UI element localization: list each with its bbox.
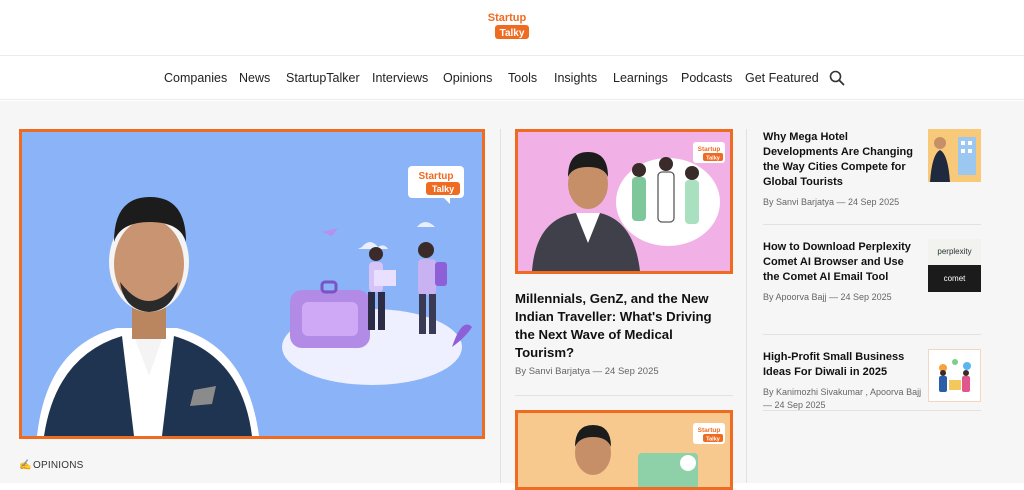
- svg-text:Startup: Startup: [698, 427, 721, 434]
- middle-article-title[interactable]: Millennials, GenZ, and the New Indian Tr…: [515, 290, 735, 362]
- right-article-thumbnail[interactable]: perplexity comet: [928, 239, 981, 292]
- site-header: Startup Talky: [0, 0, 1024, 56]
- hero-category[interactable]: ✍OPINIONS: [19, 460, 84, 471]
- nav-companies[interactable]: Companies: [164, 71, 227, 85]
- nav-insights[interactable]: Insights: [554, 71, 597, 85]
- right-article-1[interactable]: Why Mega Hotel Developments Are Changing…: [763, 129, 981, 209]
- divider: [763, 410, 981, 411]
- hero-article-image[interactable]: Startup Talky: [19, 129, 485, 439]
- hero-category-label: OPINIONS: [33, 460, 84, 471]
- right-article-meta: By Kanimozhi Sivakumar , Apoorva Bajj — …: [763, 387, 922, 410]
- search-icon[interactable]: [829, 70, 845, 86]
- right-article-thumbnail[interactable]: [928, 129, 981, 182]
- divider: [763, 224, 981, 225]
- main-nav: Companies News StartupTalker Interviews …: [0, 57, 1024, 100]
- nav-news[interactable]: News: [239, 71, 270, 85]
- startuptalky-logo[interactable]: Startup Talky: [480, 8, 534, 48]
- right-article-title[interactable]: Why Mega Hotel Developments Are Changing…: [763, 130, 918, 190]
- perplexity-wordmark: perplexity: [928, 239, 981, 265]
- divider: [763, 334, 981, 335]
- nav-podcasts[interactable]: Podcasts: [681, 71, 732, 85]
- nav-get-featured[interactable]: Get Featured: [745, 71, 819, 85]
- right-article-meta: By Apoorva Bajj — 24 Sep 2025: [763, 292, 892, 302]
- nav-startuptalker[interactable]: StartupTalker: [286, 71, 360, 85]
- comet-wordmark: comet: [928, 265, 981, 292]
- right-article-meta: By Sanvi Barjatya — 24 Sep 2025: [763, 197, 900, 207]
- middle-article-image[interactable]: Startup Talky: [515, 129, 733, 274]
- column-divider: [746, 129, 747, 483]
- svg-text:Talky: Talky: [706, 156, 721, 162]
- right-article-title[interactable]: High-Profit Small Business Ideas For Diw…: [763, 350, 918, 380]
- svg-text:Talky: Talky: [500, 28, 525, 39]
- startuptalky-badge: Startup Talky: [693, 423, 725, 444]
- svg-text:Startup: Startup: [698, 146, 721, 153]
- right-article-thumbnail[interactable]: [928, 349, 981, 402]
- middle-article-meta: By Sanvi Barjatya — 24 Sep 2025: [515, 366, 659, 377]
- right-article-title[interactable]: How to Download Perplexity Comet AI Brow…: [763, 240, 918, 285]
- startuptalky-badge: Startup Talky: [408, 166, 464, 204]
- nav-tools[interactable]: Tools: [508, 71, 537, 85]
- nav-interviews[interactable]: Interviews: [372, 71, 428, 85]
- middle-article-image-2[interactable]: Startup Talky: [515, 410, 733, 490]
- right-article-2[interactable]: How to Download Perplexity Comet AI Brow…: [763, 239, 981, 304]
- startuptalky-badge: Startup Talky: [693, 142, 725, 163]
- svg-text:Startup: Startup: [419, 171, 454, 182]
- divider: [515, 395, 733, 396]
- svg-text:Talky: Talky: [432, 184, 454, 194]
- svg-text:Startup: Startup: [488, 12, 527, 24]
- right-article-3[interactable]: High-Profit Small Business Ideas For Diw…: [763, 349, 981, 412]
- nav-learnings[interactable]: Learnings: [613, 71, 668, 85]
- pen-icon: ✍: [19, 460, 32, 471]
- nav-opinions[interactable]: Opinions: [443, 71, 492, 85]
- column-divider: [500, 129, 501, 483]
- svg-text:Talky: Talky: [706, 437, 721, 443]
